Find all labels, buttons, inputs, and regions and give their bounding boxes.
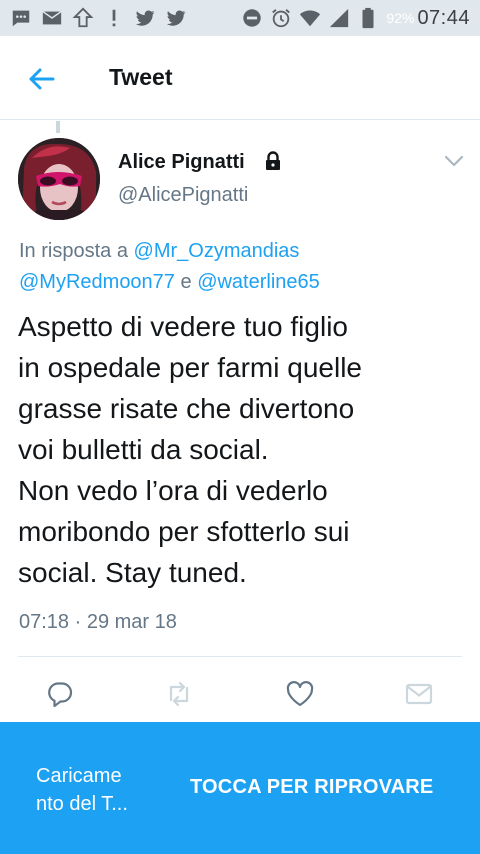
- messages-icon: [10, 7, 32, 29]
- wifi-icon: [299, 7, 321, 29]
- tweet-text-line: in ospedale per farmi quelle: [18, 352, 362, 383]
- retweet-icon: [169, 681, 189, 707]
- tweet-menu-button[interactable]: [442, 150, 466, 172]
- tweet-text-line: grasse risate che divertono: [18, 393, 355, 424]
- snackbar-message: Caricame nto del T...: [36, 762, 176, 818]
- reply-prefix: In risposta a: [19, 240, 128, 262]
- tweet-text-line: Aspetto di vedere tuo figlio: [18, 311, 348, 342]
- upload-icon: [72, 7, 94, 29]
- tweet-text-line: moribondo per sfotterlo sui: [18, 516, 350, 547]
- reply-context: In risposta a @Mr_Ozymandias @MyRedmoon7…: [19, 236, 459, 298]
- reply-icon: [48, 682, 73, 708]
- thread-connector: [56, 121, 60, 133]
- tweet-text-line: voi bulletti da social.: [18, 434, 269, 465]
- tweet-timestamp: 07:18 · 29 mar 18: [19, 611, 177, 633]
- tweet-text: Aspetto di vedere tuo figlio in ospedale…: [18, 306, 468, 593]
- battery-icon: [357, 7, 379, 29]
- direct-message-button[interactable]: [403, 678, 435, 710]
- alert-icon: [103, 7, 125, 29]
- reply-conjunction: e: [180, 271, 192, 293]
- snackbar-message-line: Caricame: [36, 765, 122, 787]
- tweet-text-line: Non vedo l’ora di vederlo: [18, 475, 328, 506]
- mention-link[interactable]: @MyRedmoon77: [19, 271, 175, 293]
- cell-signal-icon: [328, 7, 350, 29]
- like-button[interactable]: [284, 678, 316, 710]
- retry-button[interactable]: TOCCA PER RIPROVARE: [190, 776, 433, 799]
- back-button[interactable]: [24, 62, 58, 96]
- mention-link[interactable]: @Mr_Ozymandias: [134, 240, 300, 262]
- lock-icon: [262, 150, 284, 172]
- clock: 07:44: [417, 6, 470, 29]
- page-title: Tweet: [109, 64, 173, 90]
- mail-icon: [41, 7, 63, 29]
- status-bar: 92% 07:44: [0, 0, 480, 36]
- app-header: Tweet: [0, 36, 480, 120]
- chevron-down-icon: [444, 155, 464, 167]
- tweet-text-line: social. Stay tuned.: [18, 557, 247, 588]
- mention-link[interactable]: @waterline65: [197, 271, 320, 293]
- alarm-icon: [270, 7, 292, 29]
- like-icon: [286, 681, 314, 707]
- twitter-icon: [134, 7, 156, 29]
- direct-message-icon: [405, 683, 433, 705]
- divider: [18, 656, 462, 657]
- author-handle[interactable]: @AlicePignatti: [118, 184, 248, 207]
- snackbar-message-line: nto del T...: [36, 793, 128, 815]
- do-not-disturb-icon: [241, 7, 263, 29]
- battery-percent: 92%: [386, 10, 415, 26]
- author-name[interactable]: Alice Pignatti: [118, 151, 245, 174]
- retweet-button[interactable]: [163, 678, 195, 710]
- arrow-left-icon: [29, 68, 55, 90]
- twitter-icon: [165, 7, 187, 29]
- avatar[interactable]: [18, 138, 100, 220]
- reply-button[interactable]: [44, 678, 76, 710]
